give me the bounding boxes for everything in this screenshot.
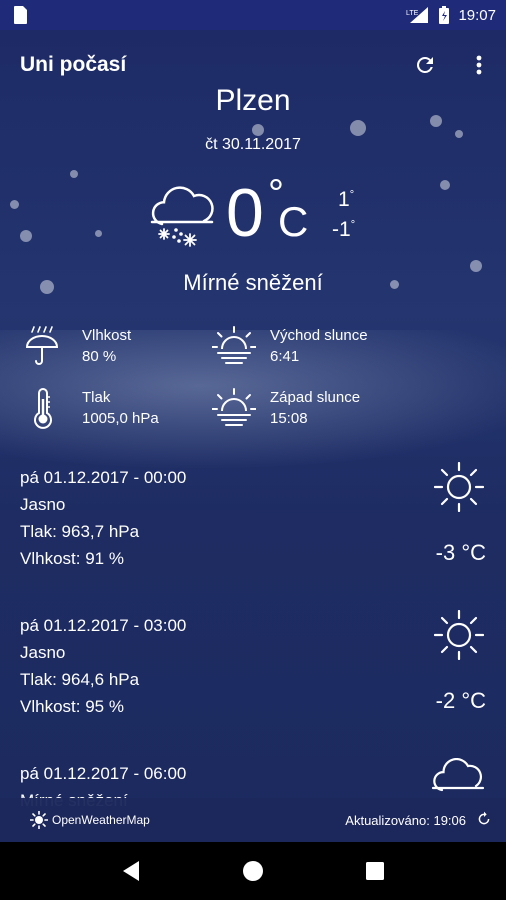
recents-button[interactable] [355, 851, 395, 891]
snowflake [70, 170, 78, 178]
status-time: 19:07 [458, 6, 496, 24]
recents-square-icon [366, 862, 384, 880]
forecast-datetime: pá 01.12.2017 - 00:00 [20, 468, 187, 487]
snow-cloud-icon [148, 184, 216, 253]
temperature-unit: C [278, 198, 309, 245]
forecast-condition: Jasno [20, 495, 66, 514]
sd-card-icon [12, 6, 28, 24]
current-conditions: 0 ° C 1° -1° [0, 172, 506, 260]
sunrise-icon [211, 325, 257, 365]
footer-bar: OpenWeatherMap Aktualizováno: 19:06 [0, 798, 506, 842]
overflow-menu-button[interactable] [464, 50, 494, 80]
more-vert-icon [476, 55, 482, 75]
snowflake [252, 124, 264, 136]
back-button[interactable] [111, 851, 151, 891]
thermometer-icon [24, 387, 64, 429]
details-panel: Vlhkost 80 % Východ slunce 6:41 Tlak 100… [0, 325, 506, 435]
forecast-item[interactable]: pá 01.12.2017 - 00:00 Jasno Tlak: 963,7 … [0, 461, 506, 602]
forecast-item[interactable]: pá 01.12.2017 - 03:00 Jasno Tlak: 964,6 … [0, 609, 506, 750]
owm-sun-icon [30, 811, 48, 829]
refresh-icon [478, 811, 490, 824]
forecast-pressure: Tlak: 964,6 hPa [20, 670, 140, 689]
humidity-label: Vlhkost [82, 327, 132, 344]
updated-label: Aktualizováno: 19:06 [345, 812, 466, 828]
temp-low: -1° [332, 218, 356, 241]
snowflake [350, 120, 366, 136]
sunrise-detail: Východ slunce 6:41 [211, 325, 368, 367]
sun-icon [433, 461, 485, 517]
refresh-button[interactable] [410, 50, 440, 80]
home-circle-icon [243, 861, 263, 881]
battery-icon [438, 6, 450, 24]
weather-screen: Uni počasí Plzen čt 30.11.2017 0 ° C 1° … [0, 30, 506, 842]
sunset-detail: Západ slunce 15:08 [211, 387, 361, 429]
pressure-detail: Tlak 1005,0 hPa [24, 387, 159, 429]
forecast-temperature: -3 °C [435, 540, 486, 565]
pressure-value: 1005,0 hPa [82, 410, 159, 427]
lte-signal-icon: LTE [406, 6, 430, 24]
system-nav-bar [0, 842, 506, 900]
current-temperature: 0 [226, 175, 264, 251]
temp-high: 1° [338, 188, 355, 211]
provider-name: OpenWeatherMap [52, 813, 150, 827]
provider-credit[interactable]: OpenWeatherMap [30, 811, 150, 829]
snow-cloud-icon [430, 757, 486, 803]
forecast-condition: Jasno [20, 643, 66, 662]
city-name: Plzen [215, 84, 291, 117]
status-bar: LTE 19:07 [0, 0, 506, 30]
umbrella-rain-icon [24, 325, 64, 365]
refresh-icon [417, 56, 433, 73]
sunrise-value: 6:41 [270, 348, 300, 365]
humidity-value: 80 % [82, 348, 117, 365]
current-date: čt 30.11.2017 [205, 136, 301, 153]
forecast-datetime: pá 01.12.2017 - 06:00 [20, 764, 187, 783]
forecast-pressure: Tlak: 963,7 hPa [20, 522, 140, 541]
weather-description: Mírné sněžení [183, 270, 323, 295]
back-triangle-icon [123, 861, 139, 881]
sunset-label: Západ slunce [270, 389, 361, 406]
sun-icon [433, 609, 485, 665]
forecast-humidity: Vlhkost: 91 % [20, 549, 124, 568]
last-updated: Aktualizováno: 19:06 [345, 811, 492, 830]
pressure-label: Tlak [82, 389, 111, 406]
sunset-value: 15:08 [270, 410, 308, 427]
svg-text:LTE: LTE [406, 10, 419, 17]
forecast-humidity: Vlhkost: 95 % [20, 697, 124, 716]
sunset-icon [211, 387, 257, 427]
forecast-datetime: pá 01.12.2017 - 03:00 [20, 616, 187, 635]
sunrise-label: Východ slunce [270, 327, 368, 344]
forecast-temperature: -2 °C [435, 688, 486, 713]
humidity-detail: Vlhkost 80 % [24, 325, 131, 367]
app-title: Uni počasí [20, 53, 127, 76]
home-button[interactable] [233, 851, 273, 891]
update-refresh-button[interactable] [476, 811, 492, 830]
